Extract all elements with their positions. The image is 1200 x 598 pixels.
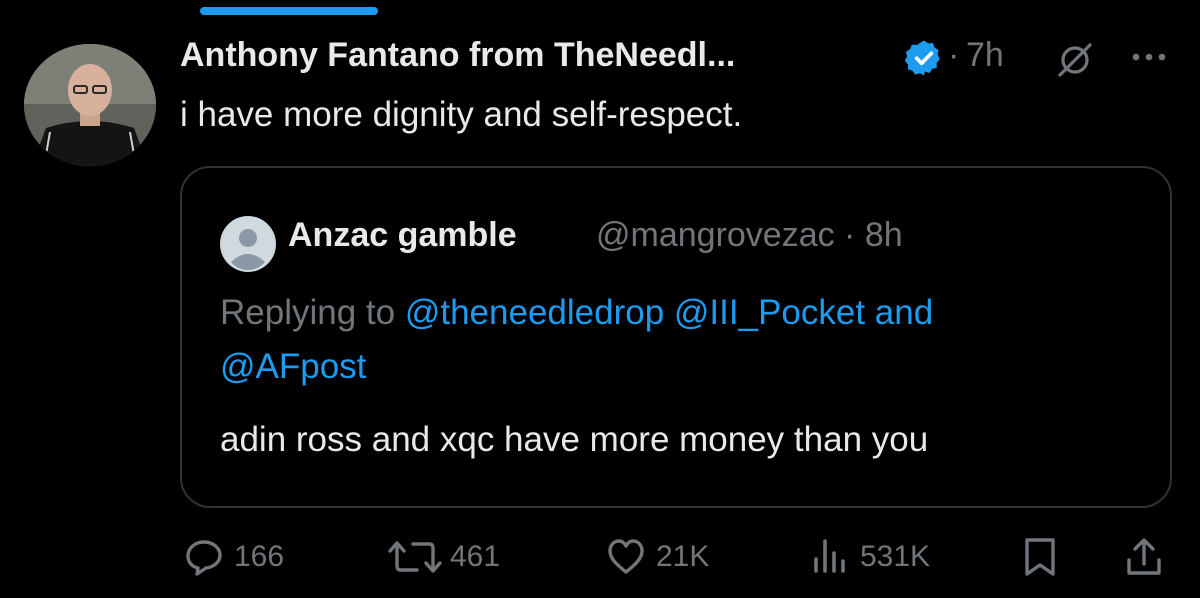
tweet-time[interactable]: 7h [966,36,1004,75]
repost-count: 461 [450,540,501,573]
mention-link[interactable]: @III_Pocket [674,293,865,332]
reply-count: 166 [234,540,285,573]
author-avatar[interactable] [24,44,156,166]
reply-button[interactable]: 166 [184,534,284,580]
view-count: 531K [860,540,931,573]
grok-icon[interactable] [1055,40,1095,80]
mention-and-text: and [865,293,934,332]
replying-to-line: Replying to @theneedledrop @III_Pocket a… [220,286,1150,394]
views-button[interactable]: 531K [810,534,930,580]
bookmark-button[interactable] [1022,534,1058,580]
bookmark-icon [1025,538,1055,576]
quoted-tweet-card[interactable]: Anzac gamble @mangrovezac · 8h Replying … [180,166,1172,508]
avatar-image [24,44,156,166]
reply-icon [186,540,222,576]
default-avatar-icon [220,216,276,272]
quoted-tweet-text: adin ross and xqc have more money than y… [220,420,929,459]
author-name[interactable]: Anthony Fantano from TheNeedl... [180,36,735,75]
quoted-author-handle: @mangrovezac · 8h [596,216,903,254]
repost-button[interactable]: 461 [386,534,500,580]
separator-dot: · [948,36,960,74]
like-button[interactable]: 21K [606,534,709,580]
replying-to-label: Replying to [220,293,405,332]
tweet-text: i have more dignity and self-respect. [180,95,743,134]
mention-link[interactable]: @theneedledrop [405,293,664,332]
verified-badge-icon [904,40,940,76]
share-icon [1127,538,1161,575]
repost-icon [388,541,442,573]
tweet-header: Anthony Fantano from TheNeedl... · 7h [180,30,1180,90]
views-icon [814,539,845,573]
like-count: 21K [656,540,710,573]
mention-link[interactable]: @AFpost [220,347,366,386]
more-icon[interactable] [1128,40,1170,74]
share-button[interactable] [1124,534,1164,580]
scroll-indicator [200,7,378,15]
quoted-author-name: Anzac gamble [288,216,517,254]
heart-icon [608,539,644,574]
